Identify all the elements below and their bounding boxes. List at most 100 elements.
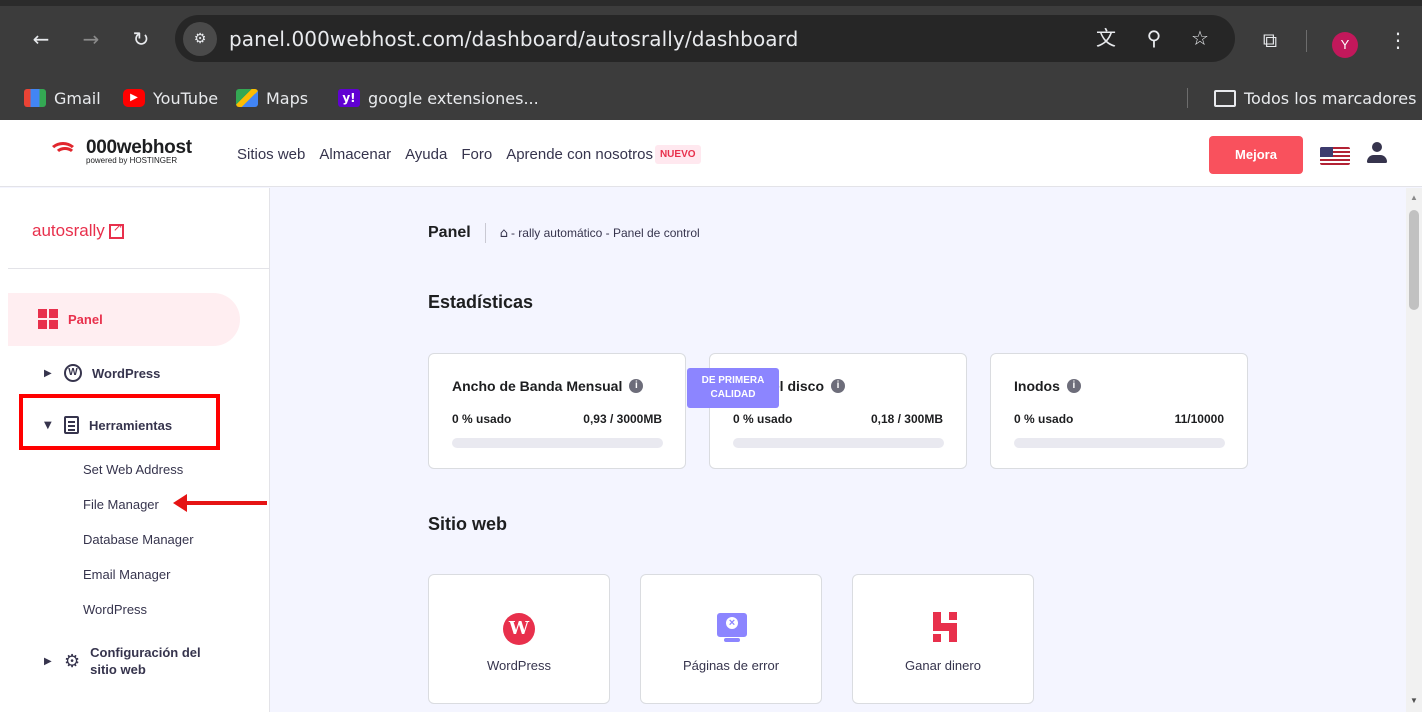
nav-ayuda[interactable]: Ayuda (405, 146, 447, 163)
nuevo-badge: NUEVO (654, 145, 701, 164)
scroll-thumb[interactable] (1409, 210, 1419, 310)
bookmark-maps[interactable]: Maps (236, 86, 308, 110)
us-flag-icon[interactable] (1320, 147, 1350, 165)
url-text[interactable]: panel.000webhost.com/dashboard/autosrall… (229, 27, 798, 51)
logo-name: 000webhost (86, 136, 192, 158)
stat-title: Inodos (1014, 378, 1060, 394)
monitor-stand (724, 638, 740, 642)
bookmark-label: google extensiones... (368, 88, 539, 108)
stat-used: 0 % usado (733, 412, 793, 426)
card-label: Ganar dinero (905, 658, 981, 673)
gmail-icon (24, 89, 46, 107)
card-label: Páginas de error (682, 658, 780, 673)
stat-used: 0 % usado (452, 412, 512, 426)
error-page-icon (717, 613, 747, 637)
sidebar-subitem-database-manager[interactable]: Database Manager (83, 532, 194, 547)
zoom-icon[interactable]: ⚲ (1141, 25, 1167, 51)
navigation-row: ← → ↻ ⚙ panel.000webhost.com/dashboard/a… (0, 6, 1422, 76)
upgrade-button[interactable]: Mejora (1209, 136, 1303, 174)
logo[interactable]: 000webhost powered by HOSTINGER (44, 136, 192, 166)
info-icon[interactable]: i (629, 379, 644, 393)
logo-subtitle: powered by HOSTINGER (86, 155, 178, 165)
breadcrumb: Panel ⌂ - rally automático - Panel de co… (428, 223, 700, 243)
sidebar-item-wordpress[interactable]: ▶ W WordPress (44, 364, 160, 382)
user-icon[interactable] (1366, 142, 1388, 166)
site-name-link[interactable]: autosrally (32, 220, 124, 241)
youtube-icon: ▶ (123, 89, 145, 107)
site-info-icon[interactable]: ⚙ (183, 22, 217, 56)
stat-card-inodes: Inodos i 0 % usado 11/10000 (990, 353, 1248, 469)
caret-right-icon: ▶ (44, 367, 52, 379)
extensions-icon[interactable]: ⧉ (1256, 26, 1284, 54)
stat-title: Ancho de Banda Mensual (452, 378, 623, 394)
address-bar[interactable]: ⚙ panel.000webhost.com/dashboard/autosra… (175, 15, 1235, 62)
sidebar-item-label: WordPress (92, 365, 161, 381)
sidebar-item-configuracion[interactable]: ▶ ⚙ Configuración del sitio web (44, 644, 201, 678)
breadcrumb-divider (484, 223, 486, 243)
all-bookmarks[interactable]: Todos los marcadores (1214, 86, 1416, 110)
stats-section-title: Estadísticas (428, 292, 534, 312)
stat-progress-bar (1014, 438, 1225, 448)
nav-aprende[interactable]: Aprende con nosotros (506, 146, 653, 163)
gear-icon: ⚙ (64, 650, 81, 672)
sidebar-subitem-file-manager[interactable]: File Manager (83, 497, 159, 512)
sidebar-subitem-wordpress[interactable]: WordPress (83, 602, 147, 617)
card-label: WordPress (486, 658, 552, 673)
sidebar-item-panel-label: Panel (68, 312, 103, 327)
stat-value: 0,93 / 3000MB (583, 412, 662, 426)
bookmark-gmail[interactable]: Gmail (24, 86, 101, 110)
nav-almacenar[interactable]: Almacenar (319, 146, 391, 163)
wordpress-icon: W (64, 364, 82, 382)
sidebar-divider (8, 268, 270, 269)
nav-sitios-web[interactable]: Sitios web (237, 146, 305, 163)
stat-used: 0 % usado (1014, 412, 1074, 426)
sidebar: autosrally Panel ▶ W WordPress ▼ Herrami… (0, 188, 270, 712)
site-header: 000webhost powered by HOSTINGER Sitios w… (0, 120, 1422, 187)
back-icon[interactable]: ← (28, 26, 54, 52)
menu-kebab-icon[interactable]: ⋮ (1384, 26, 1412, 54)
translate-icon[interactable]: 文 (1093, 25, 1119, 51)
bookmark-star-icon[interactable]: ☆ (1187, 25, 1213, 51)
stat-progress-bar (452, 438, 663, 448)
dashboard-icon (38, 309, 58, 329)
website-card-earn-money[interactable]: Ganar dinero (852, 574, 1034, 704)
reload-icon[interactable]: ↻ (128, 26, 154, 52)
wordpress-icon: W (503, 613, 535, 645)
bookmark-google-extensiones[interactable]: y! google extensiones... (338, 86, 539, 110)
scroll-down-icon[interactable]: ▼ (1410, 696, 1418, 705)
bookmark-label: Maps (266, 88, 309, 108)
sidebar-item-label-line1: Configuración del (90, 645, 201, 660)
bookmark-youtube[interactable]: ▶ YouTube (123, 86, 218, 110)
scrollbar[interactable]: ▲ ▼ (1406, 188, 1422, 712)
website-card-wordpress[interactable]: W WordPress (428, 574, 610, 704)
premium-badge-line2: CALIDAD (710, 389, 756, 400)
toolbar-divider (1306, 30, 1307, 52)
yahoo-icon: y! (338, 89, 360, 107)
home-icon[interactable]: ⌂ (500, 226, 508, 241)
caret-right-icon: ▶ (44, 655, 52, 667)
page-title: Panel (428, 224, 471, 241)
maps-icon (236, 89, 258, 107)
scroll-up-icon[interactable]: ▲ (1410, 193, 1418, 202)
annotation-highlight-box (19, 394, 220, 450)
top-navigation: Sitios web Almacenar Ayuda Foro Aprende … (237, 145, 701, 164)
all-bookmarks-label: Todos los marcadores (1244, 88, 1417, 108)
breadcrumb-path: - rally automático - Panel de control (510, 226, 700, 240)
hostinger-icon (933, 612, 957, 642)
stat-progress-bar (733, 438, 944, 448)
main-content: Panel ⌂ - rally automático - Panel de co… (271, 188, 1406, 712)
forward-icon[interactable]: → (78, 26, 104, 52)
sidebar-subitem-email-manager[interactable]: Email Manager (83, 567, 170, 582)
sidebar-item-label-line2: sitio web (90, 662, 146, 677)
stat-card-bandwidth: Ancho de Banda Mensual i 0 % usado 0,93 /… (428, 353, 686, 469)
website-card-error-pages[interactable]: Páginas de error (640, 574, 822, 704)
bookmark-label: YouTube (153, 88, 219, 108)
bookmarks-divider (1187, 88, 1188, 108)
info-icon[interactable]: i (1066, 379, 1081, 393)
stat-value: 11/10000 (1174, 412, 1224, 426)
info-icon[interactable]: i (831, 379, 846, 393)
sidebar-subitem-set-web-address[interactable]: Set Web Address (83, 462, 183, 477)
nav-foro[interactable]: Foro (461, 146, 492, 163)
profile-avatar[interactable]: Y (1332, 32, 1358, 58)
bookmarks-bar: Gmail ▶ YouTube Maps y! google extension… (0, 76, 1422, 120)
